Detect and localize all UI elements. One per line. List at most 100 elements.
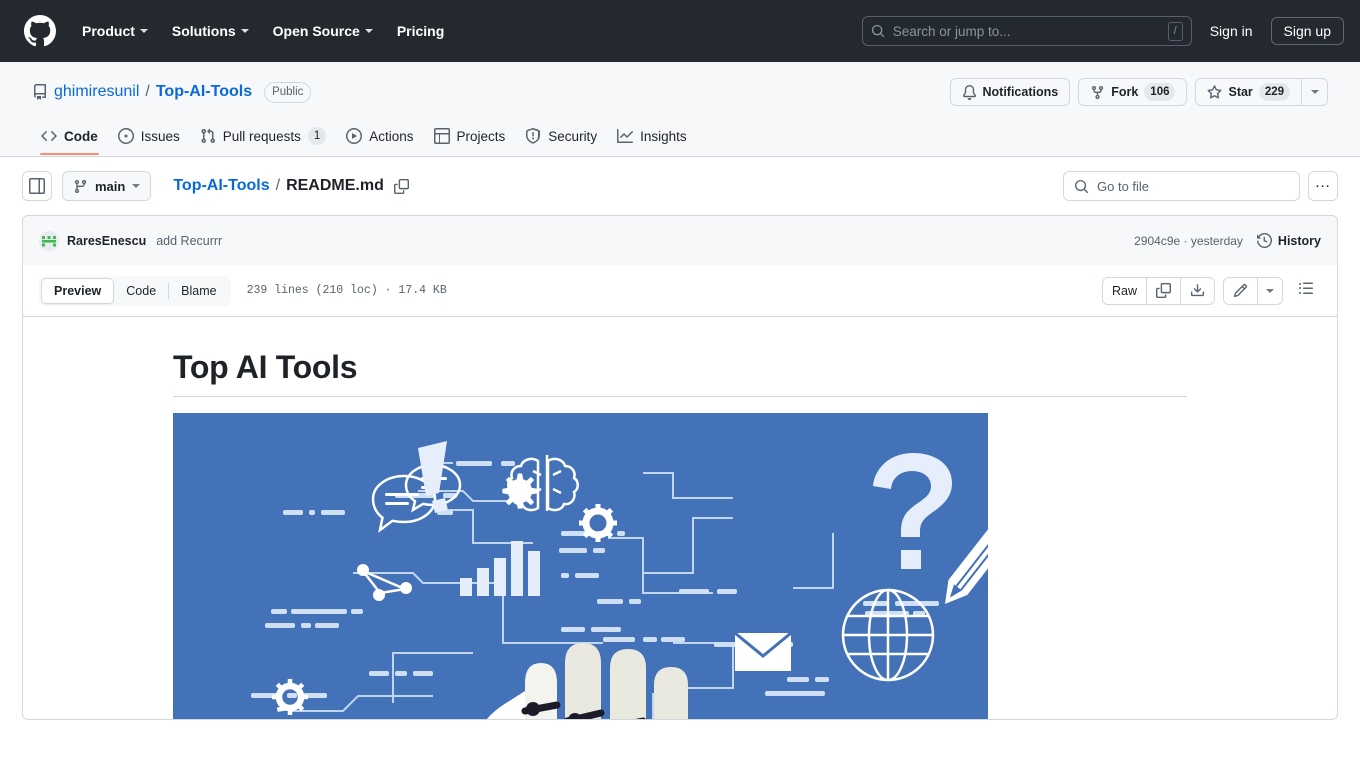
commit-author-link[interactable]: RaresEnescu xyxy=(67,234,146,248)
tab-label: Code xyxy=(64,128,98,144)
chevron-down-icon xyxy=(132,184,141,188)
git-branch-icon xyxy=(73,179,88,194)
history-icon xyxy=(1256,233,1272,248)
star-count: 229 xyxy=(1258,83,1290,101)
tab-label: Actions xyxy=(369,128,414,144)
chevron-down-icon xyxy=(240,29,249,33)
view-code-button[interactable]: Code xyxy=(114,278,168,304)
global-header-right: Search or jump to... / Sign in Sign up xyxy=(861,16,1344,46)
visibility-badge: Public xyxy=(264,81,312,103)
repo-owner-link[interactable]: ghimiresunil xyxy=(54,83,139,101)
global-nav-item-open-source[interactable]: Open Source xyxy=(263,15,383,47)
file-meta-text: 239 lines (210 loc) · 17.4 KB xyxy=(246,284,447,297)
pencil-icon xyxy=(1233,283,1248,298)
go-to-file-placeholder: Go to file xyxy=(1097,178,1150,194)
tab-label: Projects xyxy=(456,128,506,144)
tab-projects[interactable]: Projects xyxy=(425,121,515,155)
file-view-switcher: Preview Code Blame xyxy=(39,275,231,306)
edit-dropdown-button[interactable] xyxy=(1258,276,1283,305)
chevron-down-icon xyxy=(1310,90,1319,94)
tab-insights[interactable]: Insights xyxy=(608,121,696,155)
ai-tools-banner-image xyxy=(173,413,988,719)
tab-label: Security xyxy=(548,128,598,144)
commit-message-link[interactable]: add Recurrr xyxy=(156,234,222,248)
star-button[interactable]: Star 229 xyxy=(1195,78,1302,106)
breadcrumb-separator: / xyxy=(275,177,281,194)
tab-issues[interactable]: Issues xyxy=(109,121,189,155)
notifications-button[interactable]: Notifications xyxy=(949,78,1071,106)
repo-name-link[interactable]: Top-AI-Tools xyxy=(156,83,252,101)
breadcrumb-root-link[interactable]: Top-AI-Tools xyxy=(173,177,269,195)
git-pull-request-icon xyxy=(200,128,216,144)
global-nav-label: Open Source xyxy=(272,23,360,39)
star-icon xyxy=(1207,84,1222,100)
search-icon xyxy=(1074,179,1089,194)
repo-separator: / xyxy=(145,83,150,100)
global-header: Product Solutions Open Source Pricing Se… xyxy=(0,0,1360,62)
sign-up-button[interactable]: Sign up xyxy=(1270,17,1344,45)
fork-count: 106 xyxy=(1144,83,1176,101)
breadcrumb-current-file: README.md xyxy=(286,177,384,194)
repository-title: ghimiresunil / Top-AI-Tools Public xyxy=(32,81,312,103)
global-nav-label: Solutions xyxy=(171,23,236,39)
list-unordered-icon xyxy=(1298,280,1314,301)
chevron-down-icon xyxy=(139,29,148,33)
tab-actions[interactable]: Actions xyxy=(337,121,422,155)
file-view-toolbar: Preview Code Blame 239 lines (210 loc) ·… xyxy=(23,265,1337,317)
commit-sha-and-time[interactable]: 2904c9e · yesterday xyxy=(1134,234,1243,248)
tab-security[interactable]: Security xyxy=(516,121,606,155)
edit-actions-group xyxy=(1223,276,1283,305)
global-nav-item-pricing[interactable]: Pricing xyxy=(387,15,454,47)
view-preview-button[interactable]: Preview xyxy=(41,277,115,304)
tab-code[interactable]: Code xyxy=(32,121,107,155)
copy-icon xyxy=(1156,283,1171,298)
readme-rendered-content: Top AI Tools xyxy=(23,317,1337,719)
download-button[interactable] xyxy=(1181,276,1215,305)
bell-icon xyxy=(962,84,977,100)
tab-pull-requests[interactable]: Pull requests 1 xyxy=(191,120,335,156)
raw-button[interactable]: Raw xyxy=(1101,276,1147,305)
file-content-box: Preview Code Blame 239 lines (210 loc) ·… xyxy=(22,265,1338,720)
latest-commit-bar: RaresEnescu add Recurrr 2904c9e · yester… xyxy=(22,215,1338,265)
global-nav-item-solutions[interactable]: Solutions xyxy=(162,15,259,47)
global-nav-item-product[interactable]: Product xyxy=(72,15,158,47)
global-nav-label: Product xyxy=(82,23,135,39)
star-dropdown-button[interactable] xyxy=(1302,78,1328,106)
copy-raw-button[interactable] xyxy=(1147,276,1181,305)
commit-sha-separator: · xyxy=(1183,233,1188,248)
graph-icon xyxy=(617,128,634,144)
repo-book-icon xyxy=(32,84,48,100)
fork-button[interactable]: Fork 106 xyxy=(1078,78,1188,106)
global-nav-label: Pricing xyxy=(396,23,445,39)
history-label: History xyxy=(1277,233,1321,248)
history-button[interactable]: History xyxy=(1256,233,1321,248)
outline-button[interactable] xyxy=(1291,277,1321,305)
file-navigation-bar: main Top-AI-Tools / README.md Go to file… xyxy=(0,157,1360,215)
branch-selector[interactable]: main xyxy=(62,171,152,201)
edit-file-button[interactable] xyxy=(1223,276,1258,305)
github-repo-page: Product Solutions Open Source Pricing Se… xyxy=(0,0,1360,764)
issue-opened-icon xyxy=(117,128,134,144)
copy-path-icon[interactable] xyxy=(393,178,409,194)
branch-name: main xyxy=(95,178,126,194)
more-options-button[interactable]: … xyxy=(1308,171,1338,201)
fork-label: Fork xyxy=(1111,85,1139,99)
commit-bar-right: 2904c9e · yesterday History xyxy=(1134,233,1321,248)
tab-count: 1 xyxy=(307,127,327,145)
sign-in-button[interactable]: Sign in xyxy=(1202,18,1261,44)
search-input[interactable]: Search or jump to... / xyxy=(861,16,1192,46)
star-label: Star xyxy=(1228,85,1253,99)
search-icon xyxy=(871,24,885,38)
avatar[interactable] xyxy=(39,230,59,251)
sidebar-expand-icon[interactable] xyxy=(22,171,52,201)
go-to-file-input[interactable]: Go to file xyxy=(1063,171,1300,201)
tab-label: Insights xyxy=(640,128,687,144)
view-blame-button[interactable]: Blame xyxy=(169,278,228,304)
raw-actions-group: Raw xyxy=(1101,276,1215,305)
chevron-down-icon xyxy=(1266,288,1274,293)
file-toolbar-right: Raw xyxy=(1101,276,1321,305)
breadcrumb: Top-AI-Tools / README.md xyxy=(173,177,409,195)
file-navigation-right: Go to file … xyxy=(1063,171,1338,201)
github-mark-icon[interactable] xyxy=(16,15,64,47)
commit-relative-time: yesterday xyxy=(1190,233,1243,248)
